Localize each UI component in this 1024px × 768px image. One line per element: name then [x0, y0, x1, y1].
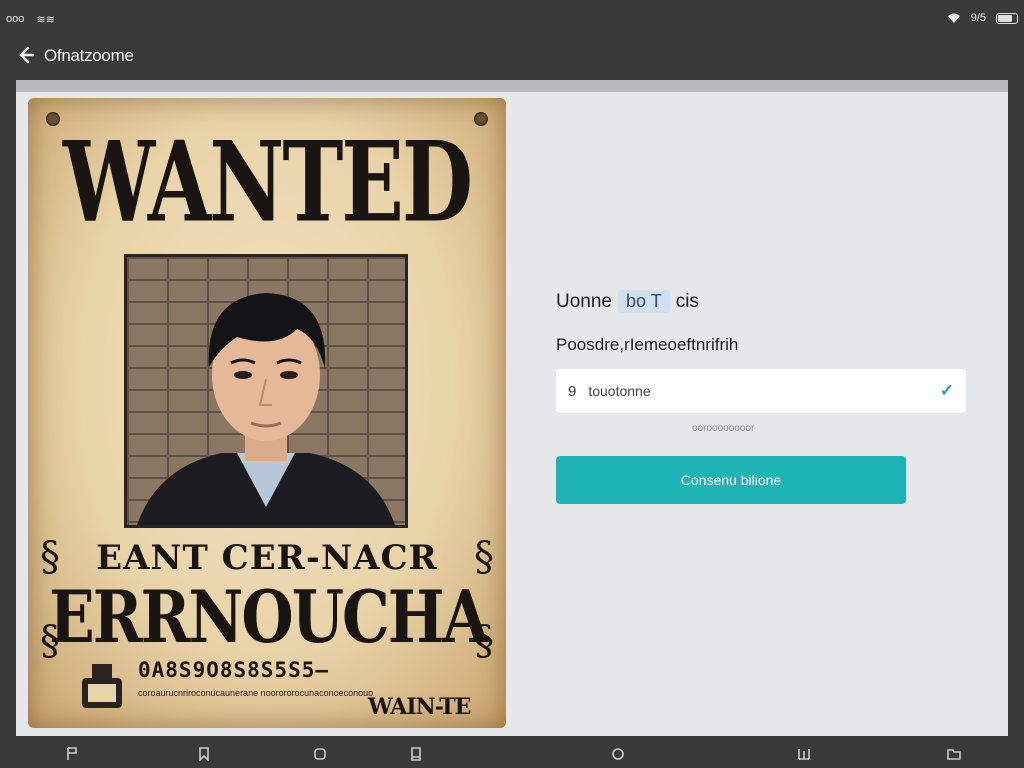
- nav-folder-icon[interactable]: [946, 746, 962, 762]
- poster-photo: [124, 254, 408, 528]
- bottom-nav: [0, 740, 1024, 768]
- poster-subtitle: EANT CER-NACR: [96, 538, 438, 578]
- nav-page-icon[interactable]: [408, 746, 424, 762]
- sheriff-badge-icon: [82, 664, 122, 708]
- check-icon: ✓: [939, 381, 954, 400]
- status-extra: ≋≋: [36, 14, 55, 26]
- nav-bookmark-icon[interactable]: [196, 746, 212, 762]
- form-label: Poosdre,rIemeoeftnrifrih: [556, 335, 739, 354]
- form-title: Uonne bo T cis: [556, 290, 976, 313]
- poster-title: WANTED: [62, 118, 473, 248]
- nav-menu-icon[interactable]: [64, 746, 80, 762]
- poster-digits: 0A8S9O8S8S5S5—: [138, 658, 330, 682]
- status-signal-text: 9/5: [970, 12, 986, 24]
- form-area: Uonne bo T cis Poosdre,rIemeoeftnrifrih …: [556, 290, 976, 504]
- status-right: 9/5: [947, 12, 1018, 24]
- content-topbar: [16, 80, 1008, 92]
- poster-small-text: coroaurucnriroconucaunerane noorororocun…: [138, 688, 374, 698]
- content-panel: WANTED § § § § EANT CER-NACR ERRNOUCHA 0…: [16, 80, 1008, 736]
- form-title-part1: Uonne: [556, 290, 612, 312]
- poster-name: ERRNOUCHA: [49, 576, 489, 660]
- submit-button[interactable]: Consenu bilione: [556, 456, 906, 504]
- input-container: 9 ✓: [556, 369, 966, 413]
- battery-icon: [996, 12, 1018, 24]
- status-bar: ooo ≋≋ 9/5: [0, 0, 1024, 38]
- nav-grid-icon[interactable]: [796, 746, 812, 762]
- poster-footer: WAIN-TE: [368, 694, 471, 720]
- wanted-poster: WANTED § § § § EANT CER-NACR ERRNOUCHA 0…: [28, 98, 506, 728]
- battery-fill: [998, 14, 1012, 22]
- wifi-icon: [947, 13, 960, 23]
- nav-home-icon[interactable]: [312, 746, 328, 762]
- text-input[interactable]: [588, 383, 928, 399]
- input-lead-icon: 9: [568, 382, 577, 400]
- back-button[interactable]: [14, 42, 38, 68]
- form-title-chip: bo T: [618, 290, 670, 313]
- form-title-part2: cis: [675, 290, 699, 312]
- page-title: Ofnatzoome: [44, 46, 134, 65]
- status-left: ooo ≋≋: [6, 13, 55, 26]
- status-time: ooo: [6, 13, 25, 25]
- input-hint: ooroooooooor: [692, 423, 755, 434]
- app-header: Ofnatzoome: [0, 40, 1024, 74]
- person-portrait: [137, 293, 395, 525]
- nav-search-icon[interactable]: [610, 746, 626, 762]
- back-arrow-icon: [19, 46, 35, 64]
